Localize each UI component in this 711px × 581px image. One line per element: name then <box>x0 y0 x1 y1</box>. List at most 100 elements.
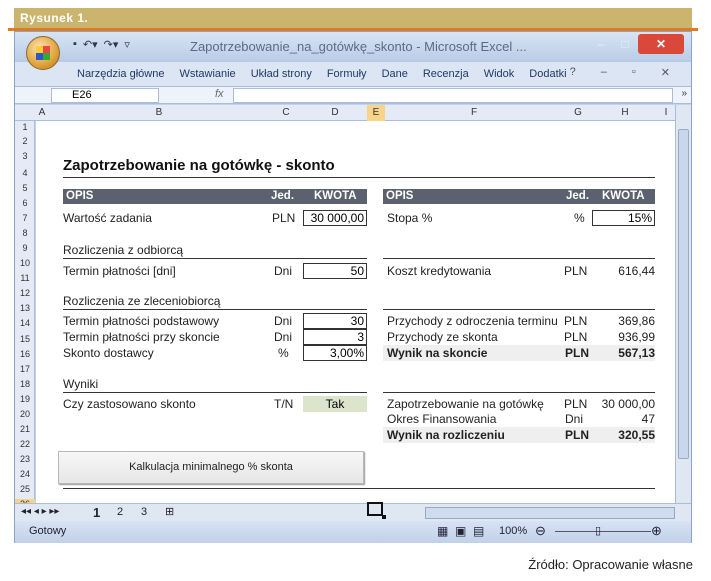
expand-formula-icon[interactable]: » <box>681 88 687 99</box>
row-header[interactable]: 3 <box>15 151 35 161</box>
row-header[interactable]: 16 <box>15 349 35 359</box>
row-header[interactable]: 10 <box>15 258 35 268</box>
formula-input[interactable] <box>233 88 673 103</box>
tab-addins[interactable]: Dodatki <box>529 68 566 80</box>
zapotrzebowanie-unit: PLN <box>564 397 588 411</box>
wynik-skoncie-unit: PLN <box>565 346 589 360</box>
zoom-level[interactable]: 100% <box>499 525 527 537</box>
vertical-scroll-thumb[interactable] <box>678 129 689 459</box>
row-header[interactable]: 14 <box>15 318 35 328</box>
col-header-f[interactable]: F <box>385 107 563 118</box>
koszt-line <box>383 258 655 259</box>
row-header[interactable]: 5 <box>15 183 35 193</box>
undo-icon[interactable]: ↶▾ <box>83 38 98 51</box>
okres-unit: Dni <box>565 412 584 426</box>
row-header[interactable]: 9 <box>15 243 35 253</box>
calc-min-skonto-button[interactable]: Kalkulacja minimalnego % skonta <box>58 451 364 484</box>
insert-sheet-icon[interactable]: ⊞ <box>165 505 174 518</box>
view-page-layout-icon[interactable]: ▣ <box>455 524 466 538</box>
row-header[interactable]: 1 <box>15 122 35 132</box>
close-button[interactable]: ✕ <box>638 34 684 54</box>
tab-data[interactable]: Dane <box>382 68 408 80</box>
tab-review[interactable]: Recenzja <box>423 68 469 80</box>
fx-icon[interactable]: fx <box>215 88 224 100</box>
stopa-input[interactable]: 15% <box>592 210 655 226</box>
tab-page-layout[interactable]: Układ strony <box>251 68 312 80</box>
ribbon-tabs: Narzędzia główne Wstawianie Układ strony… <box>15 62 691 86</box>
sheet-tab-3[interactable]: 3 <box>141 506 147 518</box>
col-header-c[interactable]: C <box>269 107 303 118</box>
ribbon-minimize-icon[interactable]: – <box>601 66 607 79</box>
row-header[interactable]: 7 <box>15 213 35 223</box>
wynik-skoncie-value: 567,13 <box>618 346 655 360</box>
ribbon-restore-icon[interactable]: ▫ <box>632 66 636 79</box>
tab-view[interactable]: Widok <box>484 68 515 80</box>
skonto-input[interactable]: 3,00% <box>303 345 367 361</box>
customize-qat-icon[interactable]: ▿ <box>124 38 130 51</box>
view-normal-icon[interactable]: ▦ <box>437 524 448 538</box>
row-header[interactable]: 11 <box>15 273 35 283</box>
termin-skonto-input[interactable]: 3 <box>303 329 367 345</box>
help-icon[interactable]: ? <box>570 66 576 79</box>
tab-formulas[interactable]: Formuły <box>327 68 367 80</box>
fill-handle[interactable] <box>382 515 386 519</box>
row-header[interactable]: 6 <box>15 198 35 208</box>
row-header[interactable]: 24 <box>15 469 35 479</box>
col-header-g[interactable]: G <box>563 107 593 118</box>
row-header[interactable]: 19 <box>15 394 35 404</box>
row-header[interactable]: 8 <box>15 228 35 238</box>
col-header-a[interactable]: A <box>35 107 49 118</box>
sheet-nav-icons[interactable]: ◂◂ ◂ ▸ ▸▸ <box>21 506 59 517</box>
row-header[interactable]: 22 <box>15 439 35 449</box>
row-header[interactable]: 25 <box>15 484 35 494</box>
sheet-tab-1[interactable]: 1 <box>93 505 100 520</box>
col-header-b[interactable]: B <box>49 107 269 118</box>
zoom-slider-thumb[interactable]: ▯ <box>595 524 601 537</box>
row-header[interactable]: 18 <box>15 379 35 389</box>
office-logo-icon <box>36 46 50 60</box>
col-header-h[interactable]: H <box>593 107 657 118</box>
row-header[interactable]: 21 <box>15 424 35 434</box>
row-header[interactable]: 23 <box>15 454 35 464</box>
termin-podst-label: Termin płatności podstawowy <box>63 314 220 328</box>
row-header[interactable]: 4 <box>15 168 35 178</box>
row-header[interactable]: 13 <box>15 303 35 313</box>
row-header[interactable]: 20 <box>15 409 35 419</box>
stopa-label: Stopa % <box>387 211 433 225</box>
przychody-sk-unit: PLN <box>564 330 588 344</box>
wartosc-input[interactable]: 30 000,00 <box>303 210 367 226</box>
tab-home[interactable]: Narzędzia główne <box>77 68 164 80</box>
right-header-kwota: KWOTA <box>602 190 645 202</box>
minimize-button[interactable]: – <box>589 34 613 54</box>
active-cell-cursor[interactable] <box>367 502 383 516</box>
sheet-tab-2[interactable]: 2 <box>117 506 123 518</box>
termin-podst-input[interactable]: 30 <box>303 313 367 329</box>
figure-label: Rysunek 1. <box>14 8 692 28</box>
name-box[interactable]: E26 <box>51 88 159 103</box>
office-button[interactable] <box>26 36 60 70</box>
zoom-slider[interactable] <box>555 531 651 532</box>
row-header[interactable]: 12 <box>15 288 35 298</box>
termin-dni-input[interactable]: 50 <box>303 263 367 279</box>
title-bar: ▪ ↶▾ ↷▾ ▿ Zapotrzebowanie_na_gotówkę_sko… <box>15 32 691 62</box>
view-page-break-icon[interactable]: ▤ <box>473 524 484 538</box>
col-header-e[interactable]: E <box>367 105 385 121</box>
row-header[interactable]: 17 <box>15 364 35 374</box>
save-icon[interactable]: ▪ <box>73 38 77 51</box>
zoom-out-icon[interactable]: ⊖ <box>535 523 546 539</box>
worksheet[interactable]: Zapotrzebowanie na gotówkę - skonto OPIS… <box>36 121 675 519</box>
zoom-in-icon[interactable]: ⊕ <box>651 523 662 539</box>
tab-insert[interactable]: Wstawianie <box>179 68 235 80</box>
horizontal-scrollbar[interactable] <box>425 507 675 519</box>
redo-icon[interactable]: ↷▾ <box>104 38 119 51</box>
termin-podst-unit: Dni <box>274 314 293 328</box>
row-header[interactable]: 15 <box>15 334 35 344</box>
maximize-button[interactable]: □ <box>613 34 637 54</box>
vertical-scrollbar[interactable] <box>675 105 691 503</box>
col-header-i[interactable]: I <box>657 107 675 118</box>
zapotrzebowanie-value: 30 000,00 <box>601 397 655 411</box>
status-bar: Gotowy ▦ ▣ ▤ 100% ⊖ ▯ ⊕ <box>15 521 691 543</box>
row-header[interactable]: 2 <box>15 136 35 146</box>
ribbon-close-icon[interactable]: ✕ <box>661 66 670 79</box>
col-header-d[interactable]: D <box>303 107 367 118</box>
